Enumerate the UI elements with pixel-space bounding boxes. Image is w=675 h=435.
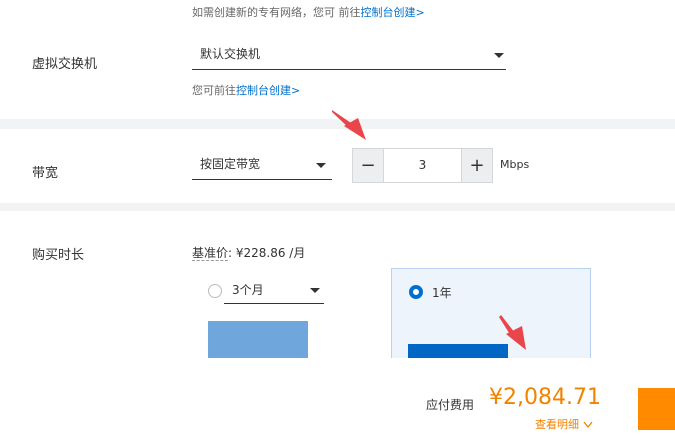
details-link-text: 查看明细 [535,418,579,431]
duration-label: 购买时长 [32,248,85,263]
red-pointer-arrow-icon [499,315,526,350]
chevron-down-icon [582,421,593,429]
caret-down-icon [494,53,504,58]
base-price-value: : ¥228.86 /月 [228,246,306,260]
bandwidth-mode-value: 按固定带宽 [200,157,261,171]
base-price: 基准价: ¥228.86 /月 [192,244,305,261]
radio-year[interactable] [409,285,423,299]
vswitch-select[interactable]: 默认交换机 [192,45,506,70]
radio-months[interactable] [208,284,222,298]
caret-down-icon [316,163,326,168]
vswitch-panel: 如需创建新的专有网络，您可 前往控制台创建> 虚拟交换机 默认交换机 您可前往控… [0,0,675,119]
base-price-label: 基准价 [192,246,229,261]
year-option-label: 1年 [432,286,452,300]
red-pointer-arrow-icon [332,110,366,140]
network-hint-text: 如需创建新的专有网络，您可 前往 [192,6,361,19]
fee-label: 应付费用 [426,398,475,412]
decrement-button[interactable]: − [353,149,384,182]
buy-button[interactable] [638,388,675,430]
vswitch-label: 虚拟交换机 [32,57,98,72]
bandwidth-unit: Mbps [500,158,530,171]
network-create-link[interactable]: 控制台创建> [361,6,425,19]
vswitch-hint-text: 您可前往 [192,84,236,97]
details-link[interactable]: 查看明细 [535,416,593,432]
year-option-card[interactable]: 1年 [391,268,591,368]
months-select[interactable]: 3个月 [224,281,324,304]
vswitch-hint: 您可前往控制台创建> [192,82,300,98]
increment-button[interactable]: + [461,149,492,182]
months-selected-value: 3个月 [232,283,264,297]
vswitch-selected-value: 默认交换机 [200,47,261,61]
network-hint: 如需创建新的专有网络，您可 前往控制台创建> [192,4,425,20]
bandwidth-mode-select[interactable]: 按固定带宽 [192,155,332,180]
bandwidth-stepper: − 3 + [352,148,493,183]
caret-down-icon [310,288,320,293]
fee-amount: ¥2,084.71 [489,385,601,410]
bandwidth-value-input[interactable]: 3 [384,149,461,182]
vswitch-create-link[interactable]: 控制台创建> [236,84,300,97]
footer-bar: 应付费用 ¥2,084.71 查看明细 [0,358,675,435]
months-card-bar [208,321,308,358]
bandwidth-label: 带宽 [32,166,59,181]
